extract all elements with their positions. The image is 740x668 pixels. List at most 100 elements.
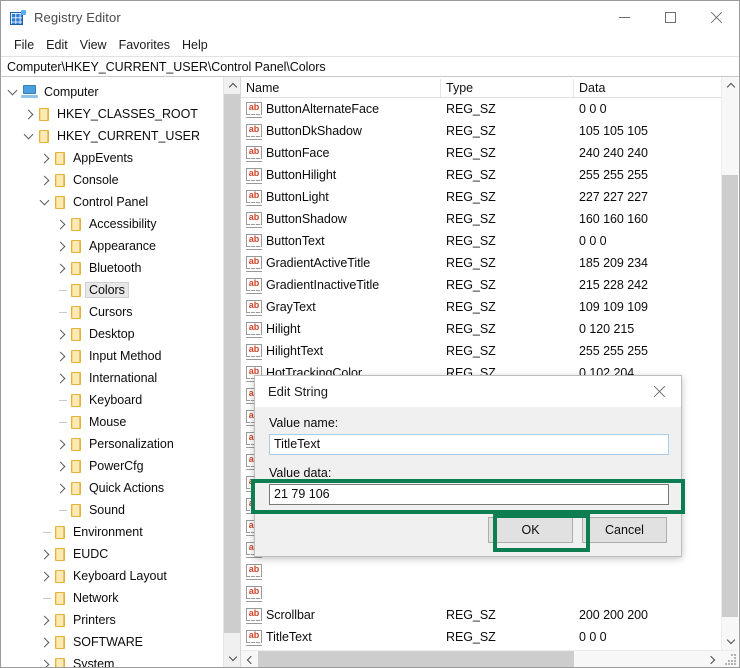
resize-grip[interactable]: [723, 652, 737, 666]
table-row[interactable]: ab ButtonShadow REG_SZ 160 160 160: [241, 208, 721, 230]
tree-item-hkey-current-user[interactable]: HKEY_CURRENT_USER: [1, 125, 223, 147]
menu-item-favorites[interactable]: Favorites: [113, 37, 176, 53]
tree-item-hkey-classes-root[interactable]: HKEY_CLASSES_ROOT: [1, 103, 223, 125]
tree-item-input-method[interactable]: Input Method: [1, 345, 223, 367]
table-row[interactable]: ab ButtonDkShadow REG_SZ 105 105 105: [241, 120, 721, 142]
table-row[interactable]: ab ButtonLight REG_SZ 227 227 227: [241, 186, 721, 208]
tree-scroll-down-button[interactable]: [224, 650, 240, 667]
table-row[interactable]: ab ButtonFace REG_SZ 240 240 240: [241, 142, 721, 164]
tree-item-sound[interactable]: Sound: [1, 499, 223, 521]
table-row[interactable]: ab ButtonHilight REG_SZ 255 255 255: [241, 164, 721, 186]
tree-item-powercfg[interactable]: PowerCfg: [1, 455, 223, 477]
tree-item-mouse[interactable]: Mouse: [1, 411, 223, 433]
tree-item-network[interactable]: Network: [1, 587, 223, 609]
title-bar: Registry Editor: [1, 1, 739, 34]
tree-item-international[interactable]: International: [1, 367, 223, 389]
column-header-name[interactable]: Name: [241, 79, 441, 97]
tree-expand-icon[interactable]: [53, 235, 69, 257]
tree-expand-icon[interactable]: [37, 147, 53, 169]
column-header-data[interactable]: Data: [574, 79, 721, 97]
tree-scroll-up-button[interactable]: [224, 77, 240, 94]
tree-item-label: Network: [73, 591, 119, 605]
tree-collapse-icon[interactable]: [5, 81, 21, 103]
value-name-input[interactable]: TitleText: [269, 434, 669, 455]
tree-expand-icon[interactable]: [53, 345, 69, 367]
value-data-input[interactable]: 21 79 106: [269, 484, 669, 505]
list-horizontal-scrollbar[interactable]: [241, 650, 738, 667]
tree-expand-icon[interactable]: [37, 169, 53, 191]
tree-item-colors[interactable]: Colors: [1, 279, 223, 301]
tree-collapse-icon[interactable]: [37, 191, 53, 213]
tree-item-console[interactable]: Console: [1, 169, 223, 191]
chevron-right-icon: [55, 241, 65, 251]
tree-expand-icon[interactable]: [53, 323, 69, 345]
tree-item-keyboard[interactable]: Keyboard: [1, 389, 223, 411]
chevron-right-icon: [39, 615, 49, 625]
tree-item-accessibility[interactable]: Accessibility: [1, 213, 223, 235]
tree-scrollbar-thumb[interactable]: [224, 94, 240, 633]
list-scroll-right-button[interactable]: [704, 651, 721, 667]
tree-item-keyboard-layout[interactable]: Keyboard Layout: [1, 565, 223, 587]
tree-item-control-panel[interactable]: Control Panel: [1, 191, 223, 213]
tree-expand-icon[interactable]: [37, 565, 53, 587]
list-scroll-left-button[interactable]: [241, 651, 258, 667]
tree-expand-icon[interactable]: [37, 543, 53, 565]
table-row[interactable]: ab GrayText REG_SZ 109 109 109: [241, 296, 721, 318]
tree-item-printers[interactable]: Printers: [1, 609, 223, 631]
ok-button[interactable]: OK: [488, 517, 573, 543]
tree-expand-icon[interactable]: [37, 653, 53, 667]
list-hscrollbar-thumb[interactable]: [258, 651, 574, 667]
table-row[interactable]: ab: [241, 582, 721, 604]
tree-item-eudc[interactable]: EUDC: [1, 543, 223, 565]
menu-item-edit[interactable]: Edit: [40, 37, 74, 53]
table-row[interactable]: ab Scrollbar REG_SZ 200 200 200: [241, 604, 721, 626]
list-scroll-up-button[interactable]: [722, 77, 738, 94]
tree-expand-icon[interactable]: [53, 257, 69, 279]
table-row[interactable]: ab: [241, 560, 721, 582]
table-row[interactable]: ab GradientActiveTitle REG_SZ 185 209 234: [241, 252, 721, 274]
tree-expand-icon[interactable]: [53, 433, 69, 455]
table-row[interactable]: ab ButtonAlternateFace REG_SZ 0 0 0: [241, 98, 721, 120]
menu-item-view[interactable]: View: [74, 37, 113, 53]
cancel-button[interactable]: Cancel: [582, 517, 667, 543]
menu-item-file[interactable]: File: [8, 37, 40, 53]
address-bar[interactable]: Computer\HKEY_CURRENT_USER\Control Panel…: [1, 56, 739, 77]
menu-item-help[interactable]: Help: [176, 37, 214, 53]
tree-item-desktop[interactable]: Desktop: [1, 323, 223, 345]
list-scrollbar-thumb[interactable]: [722, 175, 738, 617]
list-vertical-scrollbar[interactable]: [721, 77, 738, 650]
tree-item-environment[interactable]: Environment: [1, 521, 223, 543]
tree-expand-icon[interactable]: [37, 609, 53, 631]
tree-item-computer[interactable]: Computer: [1, 81, 223, 103]
tree-item-software[interactable]: SOFTWARE: [1, 631, 223, 653]
table-row[interactable]: ab GradientInactiveTitle REG_SZ 215 228 242: [241, 274, 721, 296]
tree-collapse-icon[interactable]: [21, 125, 37, 147]
tree-expand-icon[interactable]: [21, 103, 37, 125]
list-scroll-down-button[interactable]: [722, 633, 738, 650]
tree-expand-icon[interactable]: [53, 455, 69, 477]
tree-item-quick-actions[interactable]: Quick Actions: [1, 477, 223, 499]
tree-item-appevents[interactable]: AppEvents: [1, 147, 223, 169]
tree-item-personalization[interactable]: Personalization: [1, 433, 223, 455]
string-value-icon: ab: [246, 607, 262, 624]
dialog-close-button[interactable]: [637, 376, 681, 406]
value-data: 255 255 255: [579, 168, 648, 182]
table-row[interactable]: ab TitleText REG_SZ 0 0 0: [241, 626, 721, 648]
table-row[interactable]: ab Hilight REG_SZ 0 120 215: [241, 318, 721, 340]
minimize-button[interactable]: [601, 1, 647, 33]
table-row[interactable]: ab ButtonText REG_SZ 0 0 0: [241, 230, 721, 252]
tree-item-cursors[interactable]: Cursors: [1, 301, 223, 323]
tree-leaf-connector: [37, 521, 53, 543]
tree-vertical-scrollbar[interactable]: [223, 77, 240, 667]
tree-item-appearance[interactable]: Appearance: [1, 235, 223, 257]
tree-expand-icon[interactable]: [53, 367, 69, 389]
tree-item-system[interactable]: System: [1, 653, 223, 667]
table-row[interactable]: ab HilightText REG_SZ 255 255 255: [241, 340, 721, 362]
maximize-button[interactable]: [647, 1, 693, 33]
tree-expand-icon[interactable]: [53, 213, 69, 235]
column-header-type[interactable]: Type: [441, 79, 574, 97]
tree-expand-icon[interactable]: [37, 631, 53, 653]
tree-item-bluetooth[interactable]: Bluetooth: [1, 257, 223, 279]
close-button[interactable]: [693, 1, 739, 33]
tree-expand-icon[interactable]: [53, 477, 69, 499]
